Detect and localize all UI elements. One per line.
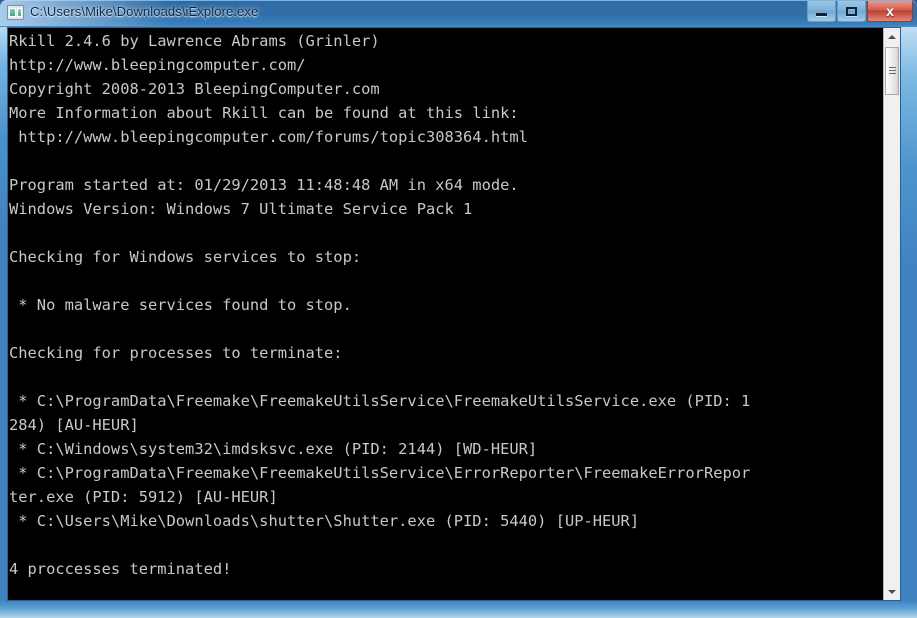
window-frame-right [901, 26, 917, 618]
close-button[interactable]: x [867, 1, 913, 22]
window-title: C:\Users\Mike\Downloads\iExplore.exe [30, 4, 259, 19]
console-window-icon[interactable] [7, 5, 24, 20]
console-text: Rkill 2.4.6 by Lawrence Abrams (Grinler)… [9, 32, 751, 578]
window-frame-left [0, 26, 7, 618]
console-window: C:\Users\Mike\Downloads\iExplore.exe x R… [0, 0, 917, 618]
vertical-scrollbar[interactable] [883, 28, 900, 600]
console-output[interactable]: Rkill 2.4.6 by Lawrence Abrams (Grinler)… [8, 28, 885, 600]
scroll-down-arrow[interactable] [884, 583, 900, 600]
scroll-thumb-grip [889, 67, 896, 74]
scroll-thumb[interactable] [885, 47, 899, 95]
title-bar[interactable]: C:\Users\Mike\Downloads\iExplore.exe x [0, 0, 917, 27]
client-area: Rkill 2.4.6 by Lawrence Abrams (Grinler)… [7, 27, 901, 601]
minimize-button[interactable] [807, 1, 836, 22]
window-frame-bottom [0, 601, 917, 618]
maximize-button[interactable] [837, 1, 866, 22]
caption-buttons: x [806, 1, 913, 23]
minimize-icon [808, 1, 835, 21]
maximize-icon [838, 1, 865, 21]
close-icon: x [886, 3, 894, 19]
scroll-up-arrow[interactable] [884, 28, 900, 45]
